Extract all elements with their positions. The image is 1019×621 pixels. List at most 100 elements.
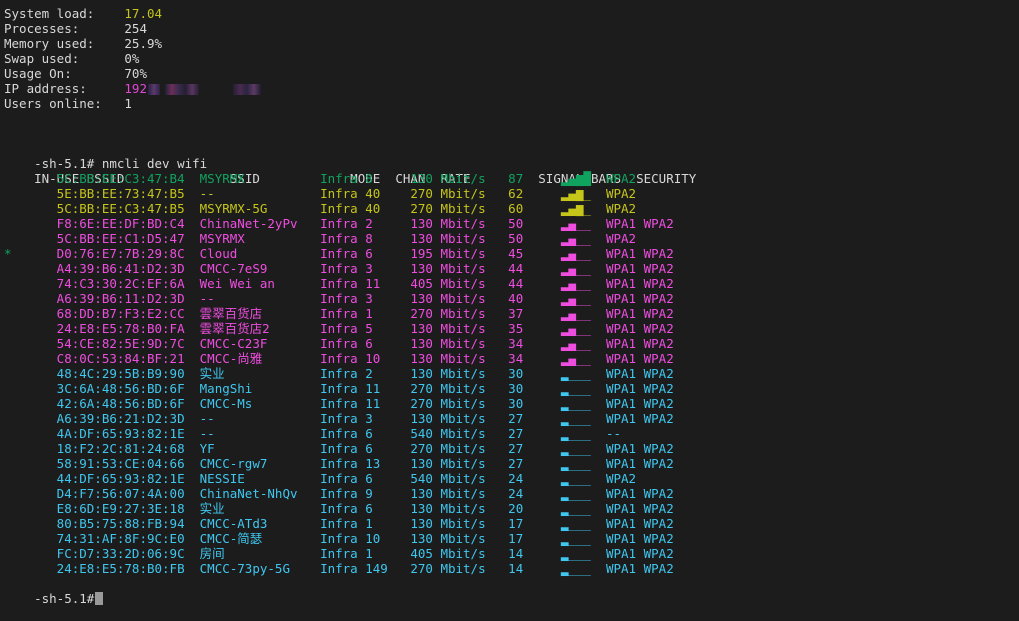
terminal-window[interactable]: System load:17.04Processes:254Memory use… bbox=[0, 0, 1019, 618]
system-info-value: 0% bbox=[124, 51, 139, 66]
cell-bars: ▂▄▆_ bbox=[561, 201, 606, 216]
cell-bssid: C8:0C:53:84:BF:21 bbox=[57, 351, 200, 366]
cell-mode: Infra bbox=[320, 261, 365, 276]
cell-rate: 130 Mbit/s bbox=[410, 456, 508, 471]
cell-bars: ▂▄__ bbox=[561, 351, 606, 366]
system-info-row: Processes:254 bbox=[4, 21, 1019, 36]
wifi-network-row[interactable]: 54:CE:82:5E:9D:7CCMCC-C23FInfra6130 Mbit… bbox=[4, 336, 1019, 351]
cell-mode: Infra bbox=[320, 171, 365, 186]
cell-ssid: 雲翠百货店 bbox=[200, 306, 320, 321]
cell-bars: ▂▄__ bbox=[561, 261, 606, 276]
wifi-network-row[interactable]: 24:E8:E5:78:B0:FA雲翠百货店2Infra5130 Mbit/s3… bbox=[4, 321, 1019, 336]
cell-rate: 130 Mbit/s bbox=[410, 531, 508, 546]
wifi-network-row[interactable]: 44:DF:65:93:82:1ENESSIEInfra6540 Mbit/s2… bbox=[4, 471, 1019, 486]
cell-rate: 130 Mbit/s bbox=[410, 366, 508, 381]
wifi-network-row[interactable]: 5E:BB:EE:73:47:B5--Infra40270 Mbit/s62▂▄… bbox=[4, 186, 1019, 201]
cell-rate: 270 Mbit/s bbox=[410, 441, 508, 456]
cell-rate: 130 Mbit/s bbox=[410, 216, 508, 231]
cell-chan: 6 bbox=[365, 426, 410, 441]
wifi-network-row[interactable]: 42:6A:48:56:BD:6FCMCC-MsInfra11270 Mbit/… bbox=[4, 396, 1019, 411]
cell-mode: Infra bbox=[320, 381, 365, 396]
cell-chan: 5 bbox=[365, 321, 410, 336]
cell-chan: 6 bbox=[365, 471, 410, 486]
cell-security: -- bbox=[606, 426, 621, 441]
cell-mode: Infra bbox=[320, 351, 365, 366]
cell-chan: 11 bbox=[365, 381, 410, 396]
cell-signal: 27 bbox=[508, 426, 561, 441]
cell-ssid: NESSIE bbox=[200, 471, 320, 486]
wifi-network-row[interactable]: 80:B5:75:88:FB:94CMCC-ATd3Infra1130 Mbit… bbox=[4, 516, 1019, 531]
cell-signal: 17 bbox=[508, 516, 561, 531]
cell-ssid: MSYRMX bbox=[200, 171, 320, 186]
cell-signal: 35 bbox=[508, 321, 561, 336]
cell-bars: ▂___ bbox=[561, 411, 606, 426]
system-info-row: IP address:192 bbox=[4, 81, 1019, 96]
wifi-network-row[interactable]: 58:91:53:CE:04:66CMCC-rgw7Infra13130 Mbi… bbox=[4, 456, 1019, 471]
wifi-network-row[interactable]: FC:D7:33:2D:06:9C房间Infra1405 Mbit/s14▂__… bbox=[4, 546, 1019, 561]
wifi-network-row[interactable]: A6:39:B6:11:D2:3D--Infra3130 Mbit/s40▂▄_… bbox=[4, 291, 1019, 306]
cell-security: WPA2 bbox=[606, 471, 636, 486]
wifi-network-row[interactable]: A4:39:B6:41:D2:3DCMCC-7eS9Infra3130 Mbit… bbox=[4, 261, 1019, 276]
cell-mode: Infra bbox=[320, 306, 365, 321]
cell-chan: 1 bbox=[365, 546, 410, 561]
wifi-network-row[interactable]: *D0:76:E7:7B:29:8CCloudInfra6195 Mbit/s4… bbox=[4, 246, 1019, 261]
cell-bssid: D0:76:E7:7B:29:8C bbox=[57, 246, 200, 261]
cell-bars: ▂___ bbox=[561, 426, 606, 441]
wifi-network-row[interactable]: 48:4C:29:5B:B9:90实业Infra2130 Mbit/s30▂__… bbox=[4, 366, 1019, 381]
cell-bssid: 24:E8:E5:78:B0:FB bbox=[57, 561, 200, 576]
cell-signal: 62 bbox=[508, 186, 561, 201]
wifi-network-row[interactable]: D4:F7:56:07:4A:00ChinaNet-NhQvInfra9130 … bbox=[4, 486, 1019, 501]
cell-signal: 87 bbox=[508, 171, 561, 186]
wifi-network-row[interactable]: 18:F2:2C:81:24:68YFInfra6270 Mbit/s27▂__… bbox=[4, 441, 1019, 456]
cell-bssid: 42:6A:48:56:BD:6F bbox=[57, 396, 200, 411]
cell-bars: ▂___ bbox=[561, 471, 606, 486]
cell-bssid: E8:6D:E9:27:3E:18 bbox=[57, 501, 200, 516]
wifi-network-row[interactable]: 74:31:AF:8F:9C:E0CMCC-简瑟Infra10130 Mbit/… bbox=[4, 531, 1019, 546]
cell-bssid: 5C:BB:EE:C1:D5:47 bbox=[57, 231, 200, 246]
cell-signal: 50 bbox=[508, 216, 561, 231]
header-security: SECURITY bbox=[636, 171, 696, 186]
cell-ssid: Cloud bbox=[200, 246, 320, 261]
wifi-network-list: 5C:BB:EE:C3:47:B4MSYRMXInfra8130 Mbit/s8… bbox=[4, 171, 1019, 576]
cell-chan: 10 bbox=[365, 351, 410, 366]
cell-chan: 13 bbox=[365, 456, 410, 471]
cell-rate: 130 Mbit/s bbox=[410, 501, 508, 516]
cell-security: WPA1 WPA2 bbox=[606, 381, 674, 396]
cell-mode: Infra bbox=[320, 531, 365, 546]
cell-chan: 1 bbox=[365, 306, 410, 321]
wifi-network-row[interactable]: F8:6E:EE:DF:BD:C4ChinaNet-2yPvInfra2130 … bbox=[4, 216, 1019, 231]
cell-chan: 3 bbox=[365, 261, 410, 276]
wifi-network-row[interactable]: 4A:DF:65:93:82:1E--Infra6540 Mbit/s27▂__… bbox=[4, 426, 1019, 441]
cell-bars: ▂▄__ bbox=[561, 321, 606, 336]
system-info-row: Memory used:25.9% bbox=[4, 36, 1019, 51]
wifi-network-row[interactable]: A6:39:B6:21:D2:3D--Infra3130 Mbit/s27▂__… bbox=[4, 411, 1019, 426]
wifi-network-row[interactable]: 3C:6A:48:56:BD:6FMangShiInfra11270 Mbit/… bbox=[4, 381, 1019, 396]
wifi-network-row[interactable]: 24:E8:E5:78:B0:FBCMCC-73py-5GInfra149270… bbox=[4, 561, 1019, 576]
cell-bssid: 5C:BB:EE:C3:47:B4 bbox=[57, 171, 200, 186]
wifi-network-row[interactable]: 5C:BB:EE:C1:D5:47MSYRMXInfra8130 Mbit/s5… bbox=[4, 231, 1019, 246]
system-info-label: Usage On: bbox=[4, 66, 124, 81]
cell-bars: ▂___ bbox=[561, 486, 606, 501]
cell-bars: ▂___ bbox=[561, 366, 606, 381]
cell-bars: ▂▄▆_ bbox=[561, 186, 606, 201]
cell-chan: 8 bbox=[365, 231, 410, 246]
wifi-network-row[interactable]: 68:DD:B7:F3:E2:CC雲翠百货店Infra1270 Mbit/s37… bbox=[4, 306, 1019, 321]
wifi-network-row[interactable]: 74:C3:30:2C:EF:6AWei Wei anInfra11405 Mb… bbox=[4, 276, 1019, 291]
cell-signal: 34 bbox=[508, 351, 561, 366]
cell-ssid: -- bbox=[200, 291, 320, 306]
wifi-network-row[interactable]: C8:0C:53:84:BF:21CMCC-尚雅Infra10130 Mbit/… bbox=[4, 351, 1019, 366]
wifi-network-row[interactable]: 5C:BB:EE:C3:47:B5MSYRMX-5GInfra40270 Mbi… bbox=[4, 201, 1019, 216]
cell-mode: Infra bbox=[320, 276, 365, 291]
cell-chan: 9 bbox=[365, 486, 410, 501]
cell-bars: ▂___ bbox=[561, 456, 606, 471]
cell-mode: Infra bbox=[320, 516, 365, 531]
cell-rate: 270 Mbit/s bbox=[410, 306, 508, 321]
system-info-label: Swap used: bbox=[4, 51, 124, 66]
final-prompt-line[interactable]: -sh-5.1# bbox=[4, 576, 1019, 591]
cell-signal: 14 bbox=[508, 546, 561, 561]
cell-mode: Infra bbox=[320, 216, 365, 231]
cell-signal: 44 bbox=[508, 261, 561, 276]
wifi-network-row[interactable]: 5C:BB:EE:C3:47:B4MSYRMXInfra8130 Mbit/s8… bbox=[4, 171, 1019, 186]
wifi-network-row[interactable]: E8:6D:E9:27:3E:18实业Infra6130 Mbit/s20▂__… bbox=[4, 501, 1019, 516]
cell-ssid: CMCC-7eS9 bbox=[200, 261, 320, 276]
